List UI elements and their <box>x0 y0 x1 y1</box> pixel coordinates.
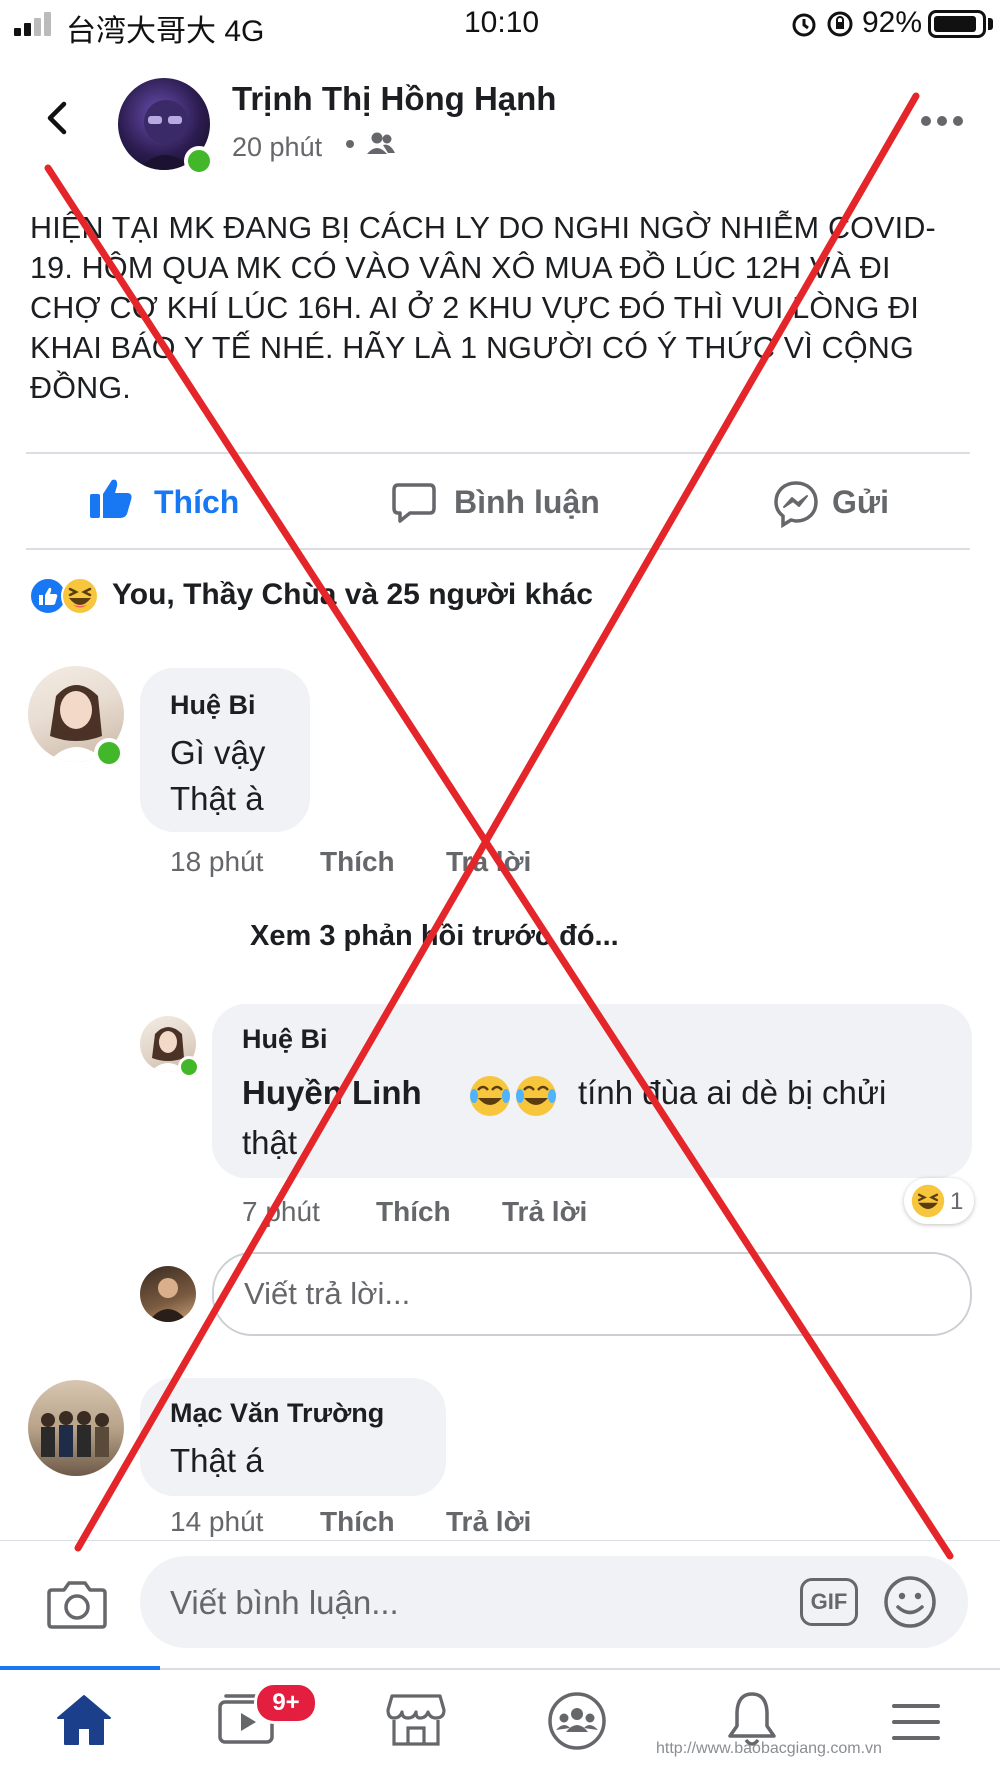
current-user-avatar <box>140 1266 196 1322</box>
comment-button[interactable]: Bình luận <box>390 470 630 534</box>
comment-bubble: Huệ Bi Gì vậy Thật à <box>140 668 310 832</box>
post-author-name[interactable]: Trịnh Thị Hồng Hạnh <box>232 80 556 118</box>
back-arrow-icon[interactable] <box>40 100 76 136</box>
haha-reaction-icon <box>61 577 99 615</box>
rotation-lock-icon <box>827 11 853 37</box>
online-status-dot <box>178 1056 200 1078</box>
reply-input[interactable]: Viết trả lời... <box>212 1252 972 1336</box>
online-status-dot <box>94 738 124 768</box>
messenger-icon <box>774 481 818 528</box>
reply-reply-link[interactable]: Trả lời <box>502 1196 587 1228</box>
comment-author[interactable]: Huệ Bi <box>170 690 256 721</box>
signal-icon <box>14 12 54 36</box>
comment-label: Bình luận <box>454 484 600 520</box>
battery-nub <box>988 18 993 30</box>
status-bar: 台湾大哥大 4G 10:10 92% <box>0 0 1000 48</box>
composer-placeholder: Viết bình luận... <box>170 1584 399 1621</box>
gif-button[interactable]: GIF <box>800 1578 858 1626</box>
marketplace-icon[interactable] <box>386 1692 446 1748</box>
battery-percent: 92% <box>862 6 923 39</box>
comment-time: 14 phút <box>170 1506 264 1537</box>
action-bar-bottom-divider <box>26 548 970 550</box>
friends-icon <box>367 132 395 154</box>
reply-like-link[interactable]: Thích <box>376 1196 451 1228</box>
comment-time: 18 phút <box>170 846 264 877</box>
comment-composer-input[interactable]: Viết bình luận... GIF <box>140 1556 968 1648</box>
separator-dot <box>346 140 354 148</box>
reply-author[interactable]: Huệ Bi <box>242 1024 328 1055</box>
comment-like-link[interactable]: Thích <box>320 846 395 878</box>
clock: 10:10 <box>464 6 540 39</box>
tears-of-joy-emoji-icon <box>470 1076 556 1116</box>
reply-time: 7 phút <box>242 1196 320 1227</box>
post-timestamp: 20 phút <box>232 132 323 162</box>
active-tab-indicator <box>0 1666 160 1670</box>
emoji-icon[interactable] <box>882 1574 938 1630</box>
reply-reaction-count: 1 <box>950 1188 964 1215</box>
carrier-label: 台湾大哥大 4G <box>66 15 265 48</box>
groups-icon[interactable] <box>546 1690 608 1752</box>
like-label: Thích <box>154 484 240 520</box>
comment-text-line-1: Thật á <box>170 1442 264 1479</box>
reaction-summary[interactable]: You, Thầy Chùa và 25 người khác <box>112 578 593 612</box>
watermark: http://www.baobacgiang.com.vn <box>656 1740 882 1757</box>
reply-text-line-1: tính đùa ai dè bị chửi <box>578 1074 887 1111</box>
alarm-icon <box>792 13 816 37</box>
online-status-dot <box>184 146 214 176</box>
battery-icon <box>928 10 986 38</box>
more-options-icon[interactable] <box>920 114 964 128</box>
send-label: Gửi <box>832 484 889 520</box>
reply-reaction-badge[interactable]: 1 <box>904 1178 974 1224</box>
comment-bubble: Mạc Văn Trường Thật á <box>140 1378 446 1496</box>
thumbs-up-icon <box>90 479 132 518</box>
home-icon[interactable] <box>54 1692 114 1748</box>
commenter-avatar-mactruong[interactable] <box>28 1380 124 1476</box>
view-previous-replies-link[interactable]: Xem 3 phản hồi trước đó... <box>250 920 619 953</box>
comment-text-line-1: Gì vậy <box>170 734 266 771</box>
like-button[interactable]: Thích <box>80 470 260 534</box>
mention-link[interactable]: Huyền Linh <box>242 1074 422 1112</box>
reply-input-placeholder: Viết trả lời... <box>244 1276 411 1311</box>
reply-bubble: Huệ Bi Huyền Linh tính đùa ai dè bị chửi… <box>212 1004 972 1178</box>
camera-icon[interactable] <box>46 1578 108 1630</box>
send-button[interactable]: Gửi <box>770 470 910 534</box>
notification-badge: 9+ <box>254 1682 318 1724</box>
menu-icon[interactable] <box>890 1700 942 1744</box>
action-bar-top-divider <box>26 452 970 454</box>
comment-like-link[interactable]: Thích <box>320 1506 395 1538</box>
comment-reply-link[interactable]: Trả lời <box>446 846 531 878</box>
comment-icon <box>392 483 436 523</box>
composer-divider <box>0 1540 1000 1541</box>
haha-reaction-icon <box>911 1184 945 1218</box>
group-photo <box>41 1411 109 1457</box>
bottom-navigation <box>0 1668 1000 1779</box>
comment-text-line-2: Thật à <box>170 780 264 817</box>
comment-reply-link[interactable]: Trả lời <box>446 1506 531 1538</box>
post-body: HIỆN TẠI MK ĐANG BỊ CÁCH LY DO NGHI NGỜ … <box>30 211 936 405</box>
current-user-avatar-photo <box>148 1278 188 1322</box>
comment-author[interactable]: Mạc Văn Trường <box>170 1398 384 1429</box>
reply-text-line-2: thật <box>242 1124 298 1161</box>
reaction-icons[interactable] <box>28 576 108 616</box>
